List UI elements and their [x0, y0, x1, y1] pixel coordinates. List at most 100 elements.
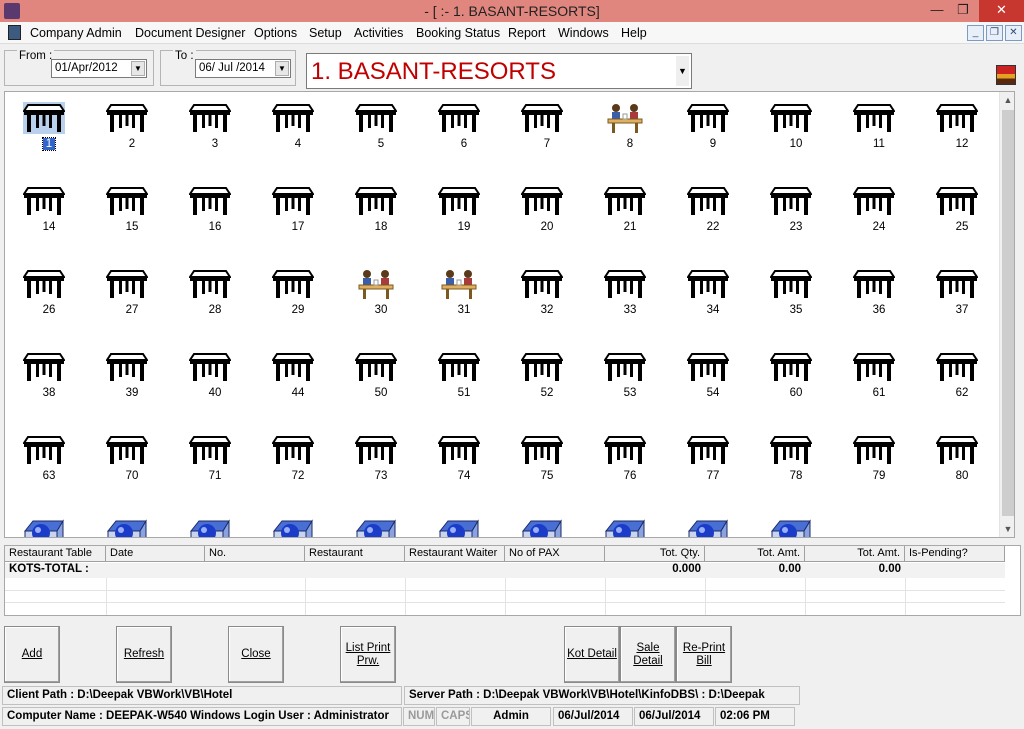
- document-icon[interactable]: [8, 25, 21, 40]
- table-tile[interactable]: 1: [9, 94, 89, 164]
- table-tile[interactable]: 74: [424, 426, 504, 496]
- table-tile[interactable]: 75: [507, 426, 587, 496]
- table-tile[interactable]: 62: [922, 343, 1002, 413]
- table-tile[interactable]: 40: [175, 343, 255, 413]
- scroll-down-icon[interactable]: ▼: [1000, 521, 1014, 537]
- room-icon[interactable]: [604, 517, 646, 537]
- dining-table-icon[interactable]: [354, 351, 398, 383]
- column-header[interactable]: No of PAX: [505, 546, 605, 562]
- occupied-table-icon[interactable]: [604, 102, 646, 134]
- dining-table-icon[interactable]: [769, 102, 813, 134]
- dining-table-icon[interactable]: [603, 268, 647, 300]
- table-tile[interactable]: 51: [424, 343, 504, 413]
- table-tile[interactable]: 12: [922, 94, 1002, 164]
- room-icon[interactable]: [687, 517, 729, 537]
- mdi-minimize-button[interactable]: _: [967, 25, 984, 41]
- to-date-picker[interactable]: 06/ Jul /2014 ▼: [195, 59, 291, 78]
- dining-table-icon[interactable]: [686, 351, 730, 383]
- dining-table-icon[interactable]: [188, 351, 232, 383]
- table-tile[interactable]: 28: [175, 260, 255, 330]
- table-tile[interactable]: 44: [258, 343, 338, 413]
- room-tile[interactable]: [175, 509, 255, 537]
- room-tile[interactable]: [258, 509, 338, 537]
- dining-table-icon[interactable]: [22, 434, 66, 466]
- dining-table-icon[interactable]: [105, 351, 149, 383]
- dining-table-icon[interactable]: [105, 268, 149, 300]
- dining-table-icon[interactable]: [603, 185, 647, 217]
- table-tile[interactable]: 30: [341, 260, 421, 330]
- chevron-down-icon[interactable]: ▼: [676, 56, 689, 86]
- table-tile[interactable]: 18: [341, 177, 421, 247]
- table-tile[interactable]: 80: [922, 426, 1002, 496]
- room-icon[interactable]: [770, 517, 812, 537]
- occupied-table-icon[interactable]: [355, 268, 397, 300]
- dining-table-icon[interactable]: [271, 102, 315, 134]
- dining-table-icon[interactable]: [105, 434, 149, 466]
- column-header[interactable]: Restaurant Waiter: [405, 546, 505, 562]
- dining-table-icon[interactable]: [520, 185, 564, 217]
- table-tile[interactable]: 14: [9, 177, 89, 247]
- menu-report[interactable]: Report: [508, 26, 546, 40]
- menu-activities[interactable]: Activities: [354, 26, 403, 40]
- dining-table-icon[interactable]: [22, 268, 66, 300]
- dining-table-icon[interactable]: [686, 434, 730, 466]
- dining-table-icon[interactable]: [188, 268, 232, 300]
- logo-icon[interactable]: [996, 65, 1016, 85]
- dining-table-icon[interactable]: [769, 434, 813, 466]
- scroll-up-icon[interactable]: ▲: [1000, 92, 1014, 108]
- table-tile[interactable]: 11: [839, 94, 919, 164]
- table-tile[interactable]: 22: [673, 177, 753, 247]
- dining-table-icon[interactable]: [769, 185, 813, 217]
- mdi-close-button[interactable]: ✕: [1005, 25, 1022, 41]
- dining-table-icon[interactable]: [686, 102, 730, 134]
- table-tile[interactable]: 60: [756, 343, 836, 413]
- dining-table-icon[interactable]: [935, 268, 979, 300]
- table-tile[interactable]: 54: [673, 343, 753, 413]
- table-tile[interactable]: 32: [507, 260, 587, 330]
- room-tile[interactable]: [9, 509, 89, 537]
- table-tile[interactable]: 23: [756, 177, 836, 247]
- table-tile[interactable]: 34: [673, 260, 753, 330]
- refresh-button[interactable]: Refresh: [116, 626, 172, 683]
- menu-setup[interactable]: Setup: [309, 26, 342, 40]
- table-tile[interactable]: 24: [839, 177, 919, 247]
- occupied-table-icon[interactable]: [438, 268, 480, 300]
- table-tile[interactable]: 19: [424, 177, 504, 247]
- dining-table-icon[interactable]: [852, 351, 896, 383]
- table-tile[interactable]: 15: [92, 177, 172, 247]
- table-tile[interactable]: 3: [175, 94, 255, 164]
- minimize-button[interactable]: —: [926, 0, 948, 22]
- from-date-picker[interactable]: 01/Apr/2012 ▼: [51, 59, 147, 78]
- table-tile[interactable]: 53: [590, 343, 670, 413]
- table-tile[interactable]: 6: [424, 94, 504, 164]
- dining-table-icon[interactable]: [935, 102, 979, 134]
- room-icon[interactable]: [521, 517, 563, 537]
- table-tile[interactable]: 52: [507, 343, 587, 413]
- dining-table-icon[interactable]: [105, 185, 149, 217]
- kot-detail-button[interactable]: Kot Detail: [564, 626, 620, 683]
- resort-select[interactable]: 1. BASANT-RESORTS ▼: [306, 53, 692, 89]
- reprint-bill-button[interactable]: Re-Print Bill: [676, 626, 732, 683]
- dining-table-icon[interactable]: [520, 268, 564, 300]
- dining-table-icon[interactable]: [271, 351, 315, 383]
- room-tile[interactable]: [424, 509, 504, 537]
- column-header[interactable]: No.: [205, 546, 305, 562]
- dining-table-icon[interactable]: [520, 434, 564, 466]
- dining-table-icon[interactable]: [520, 351, 564, 383]
- dining-table-icon[interactable]: [769, 351, 813, 383]
- room-tile[interactable]: [673, 509, 753, 537]
- dining-table-icon[interactable]: [769, 268, 813, 300]
- room-icon[interactable]: [106, 517, 148, 537]
- dining-table-icon[interactable]: [271, 434, 315, 466]
- dining-table-icon[interactable]: [935, 185, 979, 217]
- close-button[interactable]: Close: [228, 626, 284, 683]
- dining-table-icon[interactable]: [603, 351, 647, 383]
- table-tile[interactable]: 35: [756, 260, 836, 330]
- column-header[interactable]: Restaurant: [305, 546, 405, 562]
- room-tile[interactable]: [92, 509, 172, 537]
- dining-table-icon[interactable]: [603, 434, 647, 466]
- chevron-down-icon[interactable]: ▼: [131, 61, 145, 76]
- table-tile[interactable]: 25: [922, 177, 1002, 247]
- column-header[interactable]: Tot. Qty.: [605, 546, 705, 562]
- dining-table-icon[interactable]: [852, 185, 896, 217]
